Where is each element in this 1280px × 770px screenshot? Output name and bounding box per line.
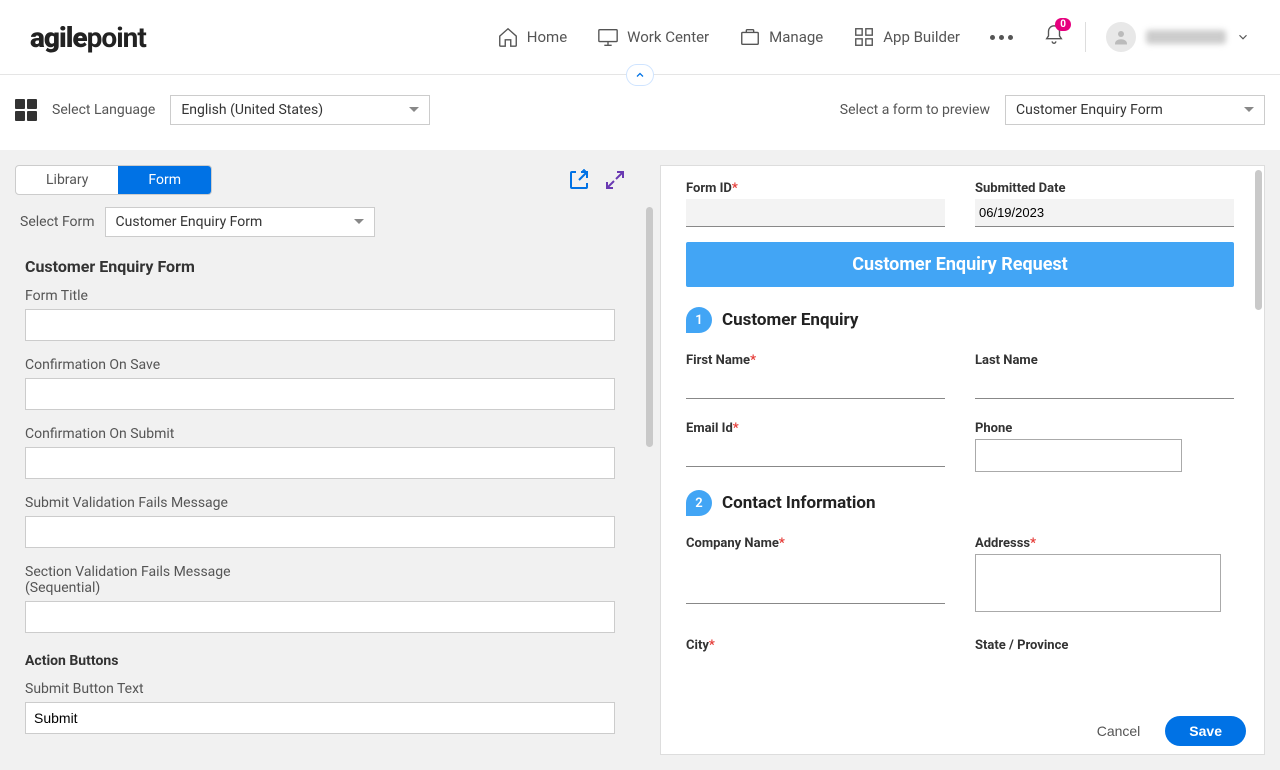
first-name-label: First Name* [686,353,945,368]
submit-fail-input[interactable] [25,516,615,548]
nav-appbuilder[interactable]: App Builder [853,26,960,48]
form-preview-select-value: Customer Enquiry Form [1016,102,1163,118]
phone-label: Phone [975,421,1234,436]
divider [1085,22,1086,52]
action-buttons-heading: Action Buttons [25,653,635,669]
right-scrollbar[interactable] [1255,170,1262,310]
chevron-up-icon [634,69,646,81]
confirmation-submit-label: Confirmation On Submit [25,426,635,442]
select-form-label: Select Form [20,214,95,230]
form-banner: Customer Enquiry Request [686,242,1234,287]
last-name-label: Last Name [975,353,1234,368]
state-label: State / Province [975,638,1234,653]
logo: agilepoint [30,21,146,54]
form-preview-label: Select a form to preview [840,102,990,118]
city-label: City* [686,638,945,653]
step-1-badge: 1 [686,307,712,333]
submitted-date-input[interactable] [975,199,1234,227]
language-select-value: English (United States) [181,102,323,118]
phone-input[interactable] [975,439,1182,472]
notification-badge: 0 [1055,18,1071,31]
address-label: Addresss* [975,536,1234,551]
form-title-input[interactable] [25,309,615,341]
email-input[interactable] [686,439,945,467]
step-2-badge: 2 [686,490,712,516]
first-name-input[interactable] [686,371,945,399]
form-preview-select[interactable]: Customer Enquiry Form [1005,95,1265,125]
nav-manage-label: Manage [769,28,823,46]
user-name-blurred [1146,30,1226,44]
nav-appbuilder-label: App Builder [883,28,960,46]
notifications-button[interactable]: 0 [1043,24,1065,50]
select-form-value: Customer Enquiry Form [116,214,263,230]
form-id-label: Form ID* [686,181,945,196]
nav-home[interactable]: Home [497,26,567,48]
nav-manage[interactable]: Manage [739,26,823,48]
chevron-down-icon [1236,30,1250,44]
grid-view-icon[interactable] [15,99,37,121]
address-input[interactable] [975,554,1221,612]
popout-add-icon[interactable] [567,168,591,192]
last-name-input[interactable] [975,371,1234,399]
apps-icon [853,26,875,48]
collapse-header-button[interactable] [626,64,654,86]
language-select[interactable]: English (United States) [170,95,430,125]
cancel-button[interactable]: Cancel [1097,723,1141,739]
nav-more-icon[interactable] [990,35,1013,40]
form-title-label: Form Title [25,288,635,304]
home-icon [497,26,519,48]
select-language-label: Select Language [52,102,155,118]
monitor-icon [597,26,619,48]
nav-workcenter-label: Work Center [627,28,709,46]
step-1-title: Customer Enquiry [722,310,859,330]
nav-home-label: Home [527,28,567,46]
tab-library[interactable]: Library [16,166,118,194]
email-label: Email Id* [686,421,945,436]
avatar [1106,22,1136,52]
nav-workcenter[interactable]: Work Center [597,26,709,48]
company-input[interactable] [686,576,945,604]
form-section-title: Customer Enquiry Form [25,257,635,276]
briefcase-icon [739,26,761,48]
company-label: Company Name* [686,536,945,551]
form-id-input[interactable] [686,199,945,227]
submit-button-text-label: Submit Button Text [25,681,635,697]
tab-form[interactable]: Form [118,166,211,194]
section-fail-label: Section Validation Fails Message(Sequent… [25,564,635,596]
submit-fail-label: Submit Validation Fails Message [25,495,635,511]
confirmation-save-label: Confirmation On Save [25,357,635,373]
select-form-dropdown[interactable]: Customer Enquiry Form [105,207,375,237]
expand-icon[interactable] [603,168,627,192]
left-scrollbar[interactable] [646,207,653,447]
submit-button-text-input[interactable] [25,702,615,734]
confirmation-save-input[interactable] [25,378,615,410]
section-fail-input[interactable] [25,601,615,633]
confirmation-submit-input[interactable] [25,447,615,479]
user-menu[interactable] [1106,22,1250,52]
step-2-title: Contact Information [722,493,876,513]
save-button[interactable]: Save [1165,716,1246,746]
submitted-date-label: Submitted Date [975,181,1234,196]
